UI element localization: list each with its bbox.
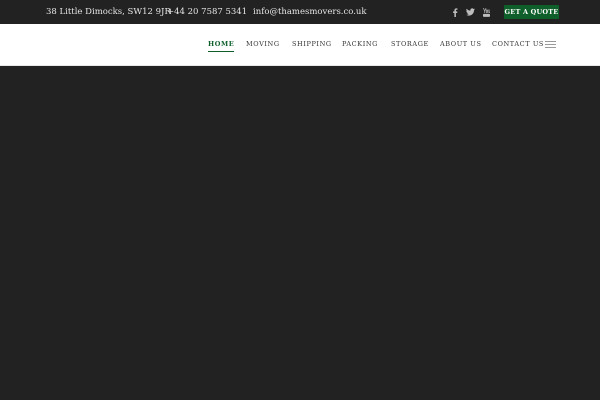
hamburger-menu-icon[interactable] [545, 40, 556, 49]
nav-item-shipping[interactable]: SHIPPING [292, 40, 332, 49]
nav-item-about-us[interactable]: ABOUT US [440, 40, 482, 49]
nav-item-contact-us[interactable]: CONTACT US [492, 40, 544, 49]
active-indicator [208, 51, 235, 52]
address-text: 38 Little Dimocks, SW12 9JR [46, 7, 171, 17]
nav-item-moving[interactable]: MOVING [246, 40, 280, 49]
hero-area [0, 66, 600, 400]
nav-item-packing[interactable]: PACKING [342, 40, 378, 49]
email-link[interactable]: info@thamesmovers.co.uk [253, 7, 367, 17]
phone-link[interactable]: +44 20 7587 5341 [167, 7, 247, 17]
facebook-icon[interactable] [449, 6, 461, 18]
get-a-quote-button[interactable]: GET A QUOTE [504, 5, 559, 19]
nav-item-home[interactable]: HOME [208, 40, 235, 52]
twitter-icon[interactable] [464, 6, 476, 18]
youtube-icon[interactable] [480, 6, 492, 18]
top-bar: 38 Little Dimocks, SW12 9JR +44 20 7587 … [0, 0, 600, 24]
main-navigation: HOME MOVING SHIPPING PACKING STORAGE ABO… [0, 24, 600, 66]
nav-item-label: HOME [208, 40, 235, 48]
nav-item-storage[interactable]: STORAGE [391, 40, 429, 49]
